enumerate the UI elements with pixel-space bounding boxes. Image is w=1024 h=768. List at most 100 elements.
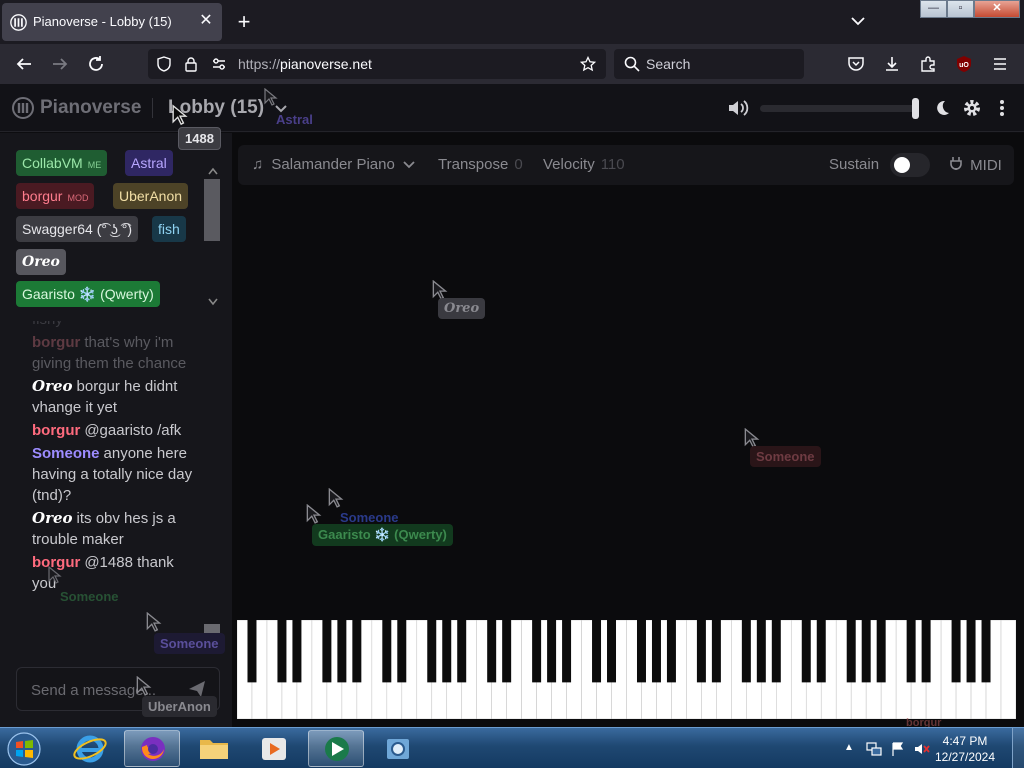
piano-black-key[interactable] [442,620,452,683]
transpose-control[interactable]: Transpose 0 [438,156,523,173]
volume-slider-thumb[interactable] [912,98,919,119]
app-name[interactable]: Pianoverse [40,97,141,119]
chat-author[interactable]: borgur [32,334,80,351]
user-tag-fish[interactable]: fish [152,216,186,242]
user-tag-borgur[interactable]: borgur MOD [16,183,95,209]
piano-black-key[interactable] [666,620,676,683]
volume-slider-track[interactable] [760,105,916,112]
user-tag-collabvm[interactable]: CollabVM ME [16,150,108,176]
reload-icon[interactable] [84,52,108,76]
taskbar-firefox[interactable] [124,730,180,767]
piano-black-key[interactable] [861,620,871,683]
taskbar-tool[interactable] [370,730,426,767]
piano-keyboard[interactable] [237,620,1016,719]
hamburger-menu-icon[interactable] [988,52,1012,76]
volume-icon[interactable] [727,98,749,118]
piano-white-key[interactable] [1000,620,1016,719]
piano-black-key[interactable] [981,620,991,683]
piano-black-key[interactable] [502,620,512,683]
forward-arrow-icon[interactable] [48,52,72,76]
lock-icon[interactable] [183,56,199,72]
volume-muted-icon[interactable] [914,741,930,757]
url-text[interactable]: https://pianoverse.net [238,56,372,72]
ublock-origin-icon[interactable]: uO [952,52,976,76]
back-arrow-icon[interactable] [12,52,36,76]
pocket-icon[interactable] [844,52,868,76]
piano-black-key[interactable] [876,620,886,683]
piano-black-key[interactable] [966,620,976,683]
user-tag-oreo[interactable]: Oreo [16,249,66,275]
permissions-icon[interactable] [211,56,227,72]
piano-black-key[interactable] [696,620,706,683]
user-tag-astral[interactable]: Astral [125,150,173,176]
user-list-scroll-thumb[interactable] [204,179,220,241]
velocity-control[interactable]: Velocity 110 [543,156,625,173]
piano-black-key[interactable] [592,620,602,683]
gear-icon[interactable] [962,98,982,118]
chat-author[interactable]: borgur [32,422,80,439]
new-tab-button[interactable]: + [232,11,256,35]
piano-black-key[interactable] [651,620,661,683]
start-button-icon[interactable] [4,731,44,767]
piano-black-key[interactable] [292,620,302,683]
piano-black-key[interactable] [846,620,856,683]
minimize-button[interactable]: — [920,0,947,18]
tab-close-icon[interactable]: ✕ [196,11,216,31]
piano-black-key[interactable] [337,620,347,683]
piano-black-key[interactable] [382,620,392,683]
taskbar-ie[interactable] [62,730,118,767]
instrument-select[interactable]: ♫ Salamander Piano [252,156,415,173]
search-bar[interactable]: Search [614,49,804,79]
piano-black-key[interactable] [801,620,811,683]
piano-black-key[interactable] [322,620,332,683]
piano-black-key[interactable] [921,620,931,683]
taskbar-media-player[interactable] [246,730,302,767]
piano-black-key[interactable] [247,620,257,683]
kebab-menu-icon[interactable] [994,98,1010,118]
piano-black-key[interactable] [562,620,572,683]
piano-black-key[interactable] [457,620,467,683]
downloads-icon[interactable] [880,52,904,76]
midi-button[interactable]: MIDI [950,156,1002,174]
chat-author[interactable]: Oreo [32,377,73,395]
user-tag-gaaristo[interactable]: Gaaristo ❄️ (Qwerty) [16,281,160,307]
bookmark-star-icon[interactable] [580,56,596,72]
piano-black-key[interactable] [277,620,287,683]
user-tag-uberanon[interactable]: UberAnon [113,183,189,209]
pianoverse-logo-icon[interactable] [12,97,34,119]
network-icon[interactable] [866,741,882,757]
scroll-down-caret-icon[interactable] [208,298,218,306]
piano-black-key[interactable] [397,620,407,683]
user-list-scrollbar[interactable] [204,165,220,310]
taskbar-wmp[interactable] [308,730,364,767]
piano-black-key[interactable] [816,620,826,683]
piano-black-key[interactable] [906,620,916,683]
piano-black-key[interactable] [532,620,542,683]
sustain-toggle[interactable] [890,153,930,177]
chat-author[interactable]: Oreo [32,509,73,527]
show-desktop-button[interactable] [1012,728,1024,768]
tray-expand-icon[interactable]: ▲ [844,742,860,758]
scroll-up-caret-icon[interactable] [208,167,218,175]
window-close-button[interactable]: ✕ [974,0,1020,18]
url-bar[interactable]: https://pianoverse.net [148,49,606,79]
piano-black-key[interactable] [741,620,751,683]
user-tag-swagger64[interactable]: Swagger64 (͡° ͜ʖ ͡°) [16,216,139,242]
piano-black-key[interactable] [771,620,781,683]
chat-author[interactable]: Someone [32,445,100,462]
tab-list-chevron-icon[interactable] [848,11,868,31]
piano-black-key[interactable] [487,620,497,683]
taskbar-explorer[interactable] [186,730,242,767]
action-center-flag-icon[interactable] [890,741,906,757]
moon-icon[interactable] [933,99,951,117]
extensions-icon[interactable] [916,52,940,76]
piano-black-key[interactable] [607,620,617,683]
piano-black-key[interactable] [756,620,766,683]
piano-black-key[interactable] [547,620,557,683]
shield-icon[interactable] [156,56,172,72]
piano-black-key[interactable] [711,620,721,683]
taskbar-clock[interactable]: 4:47 PM 12/27/2024 [930,733,1000,765]
piano-black-key[interactable] [951,620,961,683]
browser-tab[interactable]: Pianoverse - Lobby (15) ✕ [2,3,222,41]
maximize-button[interactable]: ▫ [947,0,974,18]
